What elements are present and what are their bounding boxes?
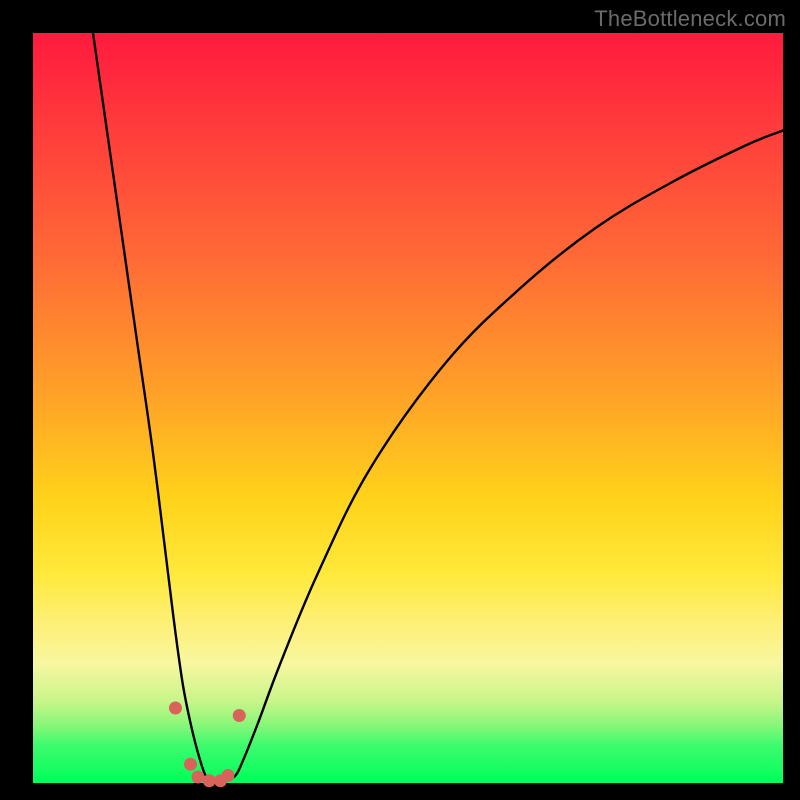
chart-svg [33,33,783,783]
highlight-dots [169,702,246,788]
bottleneck-curve [93,33,783,784]
highlight-dot [169,702,182,715]
highlight-dot [233,709,246,722]
plot-area [33,33,783,783]
highlight-dot [203,774,216,787]
watermark-text: TheBottleneck.com [594,6,786,32]
highlight-dot [184,758,197,771]
highlight-dot [192,771,205,784]
outer-frame: TheBottleneck.com [0,0,800,800]
highlight-dot [222,769,235,782]
